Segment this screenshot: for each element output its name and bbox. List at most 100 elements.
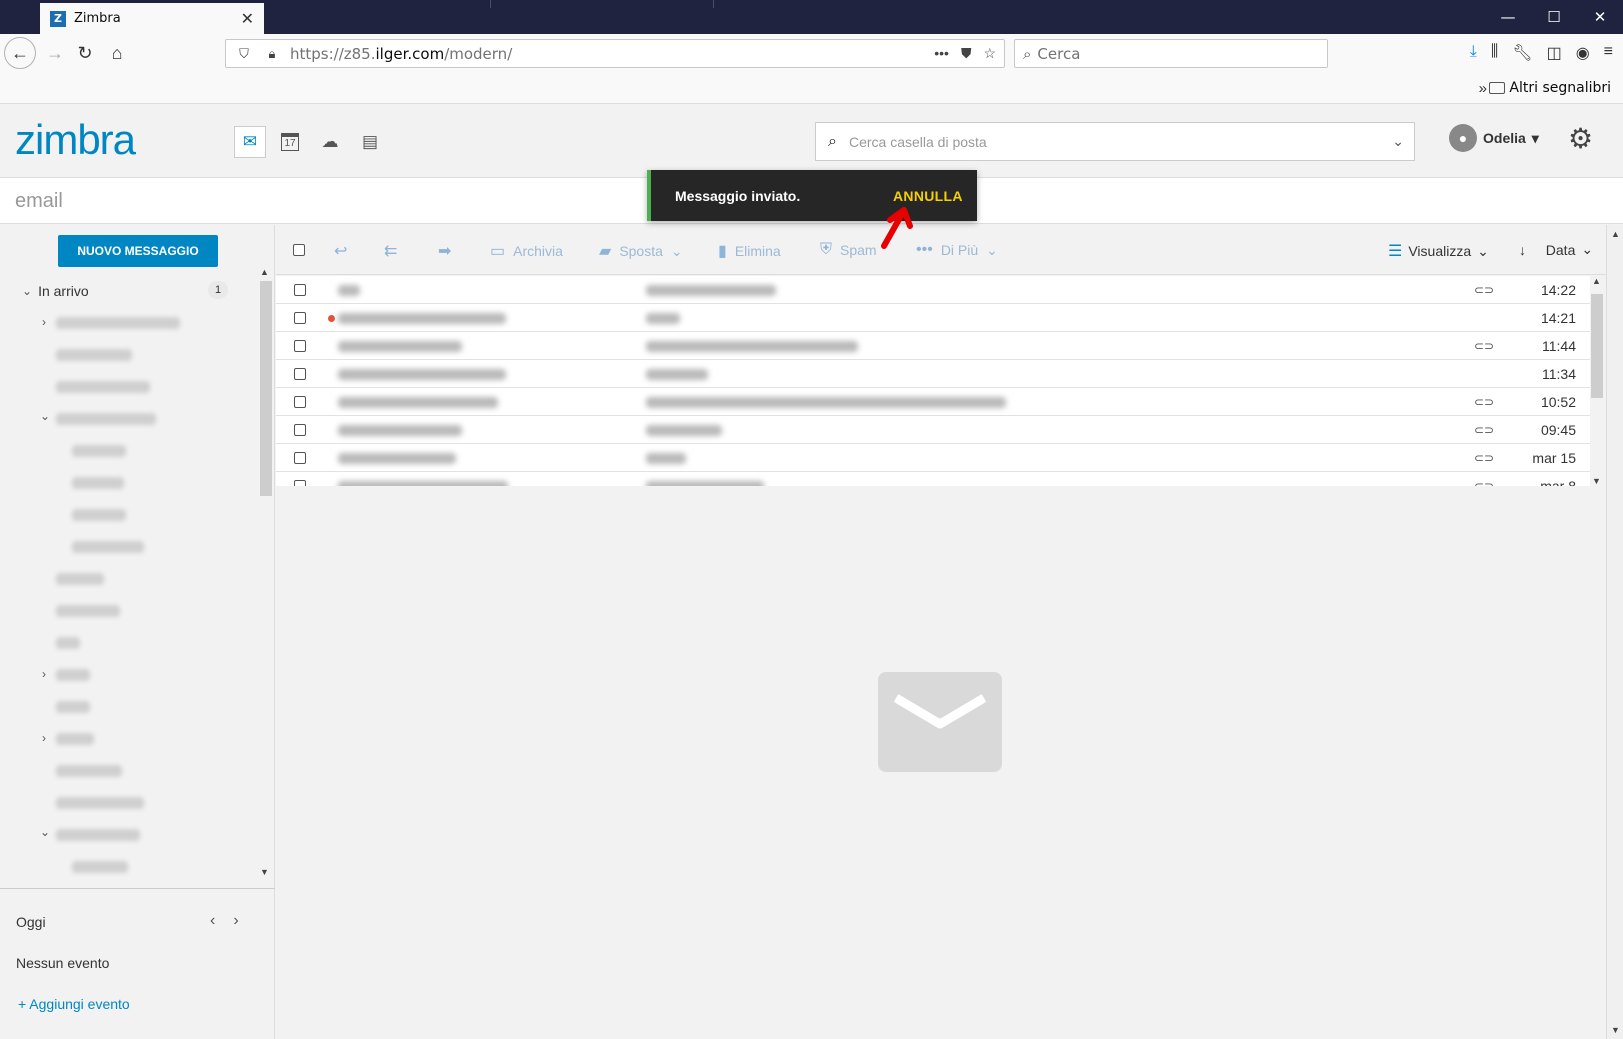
url-text[interactable]: https://z85.ilger.com/modern/ (290, 45, 512, 63)
menu-icon[interactable]: ≡ (1604, 43, 1613, 63)
sidebar-icon[interactable]: ◫ (1547, 43, 1562, 63)
undo-button[interactable]: ANNULLA (893, 188, 963, 204)
minimize-icon[interactable]: — (1485, 0, 1531, 34)
scrollbar-thumb[interactable] (260, 281, 272, 496)
message-checkbox[interactable] (294, 284, 306, 296)
browser-tab[interactable]: Z Zimbra ✕ (40, 3, 264, 34)
scroll-up-icon[interactable]: ▲ (260, 267, 269, 277)
zimbra-logo[interactable]: zimbra (15, 116, 136, 164)
chevron-right-icon[interactable]: › (42, 315, 46, 329)
reply-all-icon[interactable]: ⇇ (384, 241, 397, 261)
view-button[interactable]: ☰ Visualizza ⌄ (1388, 241, 1489, 261)
folder-item[interactable] (56, 765, 122, 777)
folder-item[interactable] (72, 445, 126, 457)
archive-button[interactable]: ▭ Archivia (490, 241, 563, 261)
folder-item[interactable] (72, 509, 126, 521)
delete-button[interactable]: ▮ Elimina (718, 241, 781, 261)
scroll-up-icon[interactable]: ▲ (1611, 229, 1620, 239)
account-icon[interactable]: ◉ (1576, 43, 1590, 63)
unread-indicator-icon[interactable] (328, 315, 335, 322)
wrench-icon[interactable]: 🔧︎ (1512, 43, 1532, 63)
message-checkbox[interactable] (294, 396, 306, 408)
table-row[interactable]: 11:34 (276, 360, 1590, 388)
message-checkbox[interactable] (294, 340, 306, 352)
message-list-scrollbar[interactable]: ▲ ▼ (1590, 276, 1604, 486)
move-button[interactable]: ▰ Sposta ⌄ (599, 241, 683, 261)
maximize-icon[interactable]: ☐ (1531, 0, 1577, 34)
table-row[interactable]: ⊂⊃ 14:22 (276, 276, 1590, 304)
folder-item[interactable] (72, 861, 128, 873)
more-button[interactable]: ••• Di Più ⌄ (916, 241, 998, 259)
spam-button[interactable]: ⛨ Spam (820, 241, 877, 259)
folder-item[interactable] (56, 797, 144, 809)
new-message-button[interactable]: NUOVO MESSAGGIO (58, 235, 218, 267)
reply-icon[interactable]: ↩ (334, 241, 347, 261)
chevron-down-icon[interactable]: ⌄ (22, 284, 32, 298)
folder-item[interactable] (56, 733, 94, 745)
chevrons-right-icon[interactable]: » (1479, 80, 1487, 97)
cloud-icon[interactable]: ☁ (314, 126, 346, 158)
folder-item[interactable] (56, 701, 90, 713)
message-checkbox[interactable] (294, 368, 306, 380)
close-tab-icon[interactable]: ✕ (241, 9, 254, 28)
reload-icon[interactable]: ↻ (70, 38, 100, 68)
library-icon[interactable]: ⫼ (1491, 43, 1498, 63)
pocket-icon[interactable]: ⛊ (961, 45, 972, 62)
forward-icon[interactable]: ➡ (438, 241, 451, 261)
mailbox-search-input[interactable]: ⌕ Cerca casella di posta ⌄ (815, 122, 1415, 161)
message-checkbox[interactable] (294, 480, 306, 486)
download-icon[interactable]: ⤓ (1470, 43, 1477, 63)
back-arrow-icon[interactable]: ← (4, 37, 36, 69)
browser-search-input[interactable]: ⌕ Cerca (1014, 39, 1328, 68)
bookmark-star-icon[interactable]: ☆ (983, 45, 996, 62)
folder-item[interactable] (72, 477, 124, 489)
forward-arrow-icon[interactable]: → (40, 38, 70, 68)
table-row[interactable]: ⊂⊃ mar 8 (276, 472, 1590, 486)
scroll-down-icon[interactable]: ▼ (1592, 476, 1601, 486)
message-checkbox[interactable] (294, 312, 306, 324)
calendar-icon[interactable]: 17 (274, 126, 306, 158)
chevron-down-icon[interactable]: ⌄ (40, 409, 50, 423)
scroll-up-icon[interactable]: ▲ (1592, 276, 1601, 286)
add-event-link[interactable]: + Aggiungi evento (18, 996, 130, 1012)
page-scrollbar[interactable]: ▲ ▼ (1606, 225, 1623, 1039)
chevron-down-icon[interactable]: ⌄ (40, 825, 50, 839)
close-window-icon[interactable]: ✕ (1577, 0, 1623, 34)
lock-icon[interactable]: 🔒︎ (262, 46, 282, 62)
folder-inbox[interactable]: ⌄ In arrivo (22, 283, 89, 299)
folder-item[interactable] (56, 637, 80, 649)
shield-icon[interactable]: ⛉ (234, 46, 254, 62)
folder-item[interactable] (56, 317, 180, 329)
chevron-down-icon[interactable]: ⌄ (1392, 133, 1404, 150)
table-row[interactable]: ⊂⊃ mar 15 (276, 444, 1590, 472)
table-row[interactable]: ⊂⊃ 10:52 (276, 388, 1590, 416)
sort-button[interactable]: ↓ Data ⌄ (1519, 241, 1593, 258)
other-bookmarks[interactable]: Altri segnalibri (1489, 80, 1611, 96)
table-row[interactable]: ⊂⊃ 11:44 (276, 332, 1590, 360)
message-checkbox[interactable] (294, 452, 306, 464)
folder-item[interactable] (72, 541, 144, 553)
home-icon[interactable]: ⌂ (102, 38, 132, 68)
sidebar-scrollbar[interactable]: ▲ ▼ (259, 267, 273, 877)
contacts-icon[interactable]: ▤ (354, 126, 386, 158)
folder-item[interactable] (56, 605, 120, 617)
folder-item[interactable] (56, 413, 156, 425)
folder-item[interactable] (56, 573, 104, 585)
folder-item[interactable] (56, 349, 132, 361)
scroll-down-icon[interactable]: ▼ (1611, 1025, 1620, 1035)
folder-item[interactable] (56, 669, 90, 681)
gear-icon[interactable]: ⚙ (1568, 122, 1593, 155)
folder-item[interactable] (56, 381, 150, 393)
folder-item[interactable] (56, 829, 140, 841)
mail-icon[interactable]: ✉ (234, 126, 266, 158)
chevron-left-icon[interactable]: ‹ (210, 912, 215, 930)
select-all-checkbox[interactable] (293, 244, 305, 256)
table-row[interactable]: 14:21 (276, 304, 1590, 332)
user-menu[interactable]: ● Odelia ▾ (1449, 124, 1539, 152)
chevron-right-icon[interactable]: › (42, 731, 46, 745)
chevron-right-icon[interactable]: › (233, 912, 238, 930)
scroll-down-icon[interactable]: ▼ (260, 867, 269, 877)
page-actions-icon[interactable]: ••• (934, 45, 949, 62)
chevron-right-icon[interactable]: › (42, 667, 46, 681)
url-bar[interactable]: ⛉ 🔒︎ https://z85.ilger.com/modern/ ••• ⛊… (225, 39, 1005, 68)
